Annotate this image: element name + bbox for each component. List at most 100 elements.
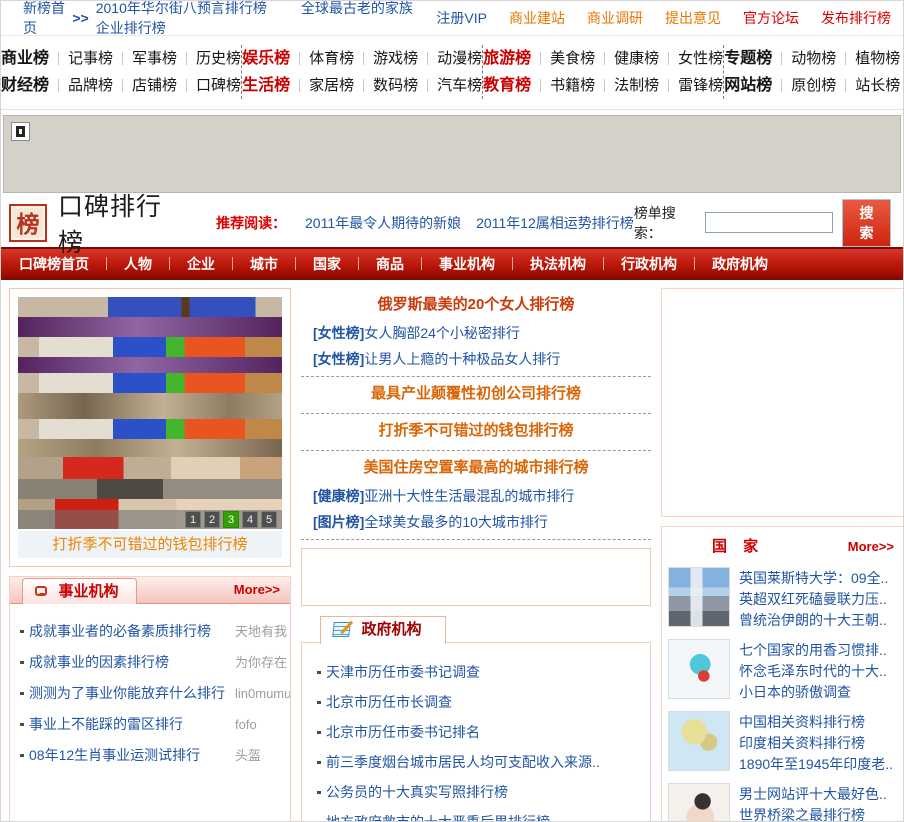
nav-category-link[interactable]: 教育榜 [483,77,531,94]
career-item-link[interactable]: 成就事业者的必备素质排行榜 [29,623,211,639]
search-input[interactable] [705,212,834,233]
nav-category-link[interactable]: 数码榜 [354,77,418,94]
topbar-link[interactable]: 2010年华尔街八预言排行榜 [96,1,267,16]
nav-category-link[interactable]: 创业榜 [900,77,903,94]
topbar-home-link[interactable]: 新榜首页 [23,1,65,38]
nav-category-link[interactable]: 游戏榜 [354,50,418,67]
carousel-page-button[interactable]: 1 [185,511,201,528]
gov-item-link[interactable]: 天津市历任市委书记调查 [326,664,480,680]
topbar-link[interactable]: 发布排行榜 [821,10,891,26]
featured-title-link[interactable]: 美国住房空置率最高的城市排行榜 [301,453,651,483]
country-item-link[interactable]: 印度相关资料排行榜 [739,733,900,754]
nav-category-link[interactable]: 商业榜 [1,50,49,67]
nav-category-link[interactable]: 品牌榜 [49,77,113,94]
nav-category-link[interactable]: 历史榜 [177,50,241,67]
main-nav-item[interactable]: 口碑榜首页 [19,254,89,274]
gov-item-link[interactable]: 北京市历任市长调查 [326,694,452,710]
country-item-link[interactable]: 七个国家的用香习惯排.. [739,640,900,661]
main-nav-item[interactable]: 政府机构 [712,254,768,274]
featured-item-link[interactable]: [图片榜]全球美女最多的10大城市排行 [313,514,548,530]
nav-category-link[interactable]: 法制榜 [595,77,659,94]
country-item-link[interactable]: 英超双红死磕曼联力压.. [739,589,900,610]
carousel-page-button[interactable]: 3 [223,511,239,528]
country-item-link[interactable]: 小日本的骄傲调查 [739,682,900,703]
nav-category-link[interactable]: 站长榜 [836,77,900,94]
nav-category-link[interactable]: 旅游榜 [483,50,531,67]
thumbnail-building[interactable] [668,567,730,627]
nav-category-link[interactable]: 美食榜 [531,50,595,67]
main-nav-item[interactable]: 商品 [376,254,404,274]
nav-category-link[interactable]: 娱乐榜 [242,50,290,67]
featured-title-link[interactable]: 最具产业颠覆性初创公司排行榜 [301,379,651,409]
country-item-link[interactable]: 英国莱斯特大学：09全.. [739,568,900,589]
featured-item-link[interactable]: [女性榜]让男人上瘾的十种极品女人排行 [313,351,560,367]
career-item-link[interactable]: 事业上不能踩的雷区排行 [29,716,183,732]
nav-category-link[interactable]: 书籍榜 [531,77,595,94]
recommend-link[interactable]: 2011年12属相运势排行榜 [476,215,634,231]
career-item-link[interactable]: 成就事业的因素排行榜 [29,654,169,670]
nav-category-link[interactable]: 财经榜 [1,77,49,94]
carousel-page-button[interactable]: 2 [204,511,220,528]
thumbnail-perfume[interactable] [668,639,730,699]
search-button[interactable]: 搜索 [842,198,891,247]
main-nav-item[interactable]: 行政机构 [621,254,677,274]
nav-category-link[interactable]: 原创榜 [772,77,836,94]
topbar-link[interactable]: 提出意见 [665,10,721,26]
tab-government[interactable]: 政府机构 [320,616,447,644]
featured-title-link[interactable]: 打折季不可错过的钱包排行榜 [301,416,651,446]
country-item-link[interactable]: 1890年至1945年印度老.. [739,754,900,775]
nav-category-link[interactable]: 记事榜 [49,50,113,67]
topbar-link[interactable]: 商业建站 [509,10,565,26]
gov-item-link[interactable]: 前三季度烟台城市居民人均可支配收入来源.. [326,754,600,770]
topbar-link[interactable]: 注册VIP [436,10,487,26]
featured-title-link[interactable]: 俄罗斯最美的20个女人排行榜 [301,290,651,320]
nav-category-link[interactable]: 专题榜 [724,50,772,67]
main-nav-item[interactable]: 事业机构 [439,254,495,274]
career-item-link[interactable]: 08年12生肖事业运测试排行 [29,747,200,763]
country-item-link[interactable]: 男士网站评十大最好色.. [739,784,900,805]
nav-category-link[interactable]: 植物榜 [836,50,900,67]
thumbnail-woman[interactable] [668,783,730,821]
nav-category-link[interactable]: 军事榜 [113,50,177,67]
country-item-link[interactable]: 曾统治伊朗的十大王朝.. [739,610,900,631]
main-nav-item[interactable]: 国家 [313,254,341,274]
career-more-link[interactable]: More>> [234,582,280,597]
gov-item-link[interactable]: 公务员的十大真实写照排行榜 [326,784,508,800]
nav-category-link[interactable]: 奥运榜 [900,50,903,67]
country-item-link[interactable]: 世界桥梁之最排行榜 [739,805,900,821]
recommend-link[interactable]: 2011年最令人期待的新娘 [305,215,461,231]
nav-category-link[interactable]: 健康榜 [595,50,659,67]
carousel-image[interactable]: 12345 [18,297,282,529]
main-nav-item[interactable]: 执法机构 [530,254,586,274]
country-item-link[interactable]: 怀念毛泽东时代的十大.. [739,661,900,682]
nav-category-link[interactable]: 体育榜 [290,50,354,67]
topbar-link[interactable]: 商业调研 [587,10,643,26]
main-nav-item[interactable]: 人物 [124,254,152,274]
country-more-link[interactable]: More>> [848,534,894,559]
carousel-page-button[interactable]: 4 [242,511,258,528]
main-nav-item[interactable]: 企业 [187,254,215,274]
carousel-caption[interactable]: 打折季不可错过的钱包排行榜 [18,531,282,558]
nav-category-link[interactable]: 家居榜 [290,77,354,94]
tab-career[interactable]: 事业机构 [22,578,138,604]
topbar-link[interactable]: 官方论坛 [743,10,799,26]
nav-category-link[interactable]: 雷锋榜 [659,77,723,94]
carousel-page-button[interactable]: 5 [261,511,277,528]
nav-category-link[interactable]: 店铺榜 [113,77,177,94]
featured-item-link[interactable]: [女性榜]女人胸部24个小秘密排行 [313,325,520,341]
nav-category-link[interactable]: 网站榜 [724,77,772,94]
main-nav-item[interactable]: 城市 [250,254,278,274]
gov-item-link[interactable]: 地方政府救市的十大严重后果排行榜 [326,814,550,821]
nav-category-link[interactable]: 女性榜 [659,50,723,67]
nav-category-link[interactable]: 汽车榜 [418,77,482,94]
site-logo-stamp[interactable]: 榜 [9,203,47,242]
nav-category-link[interactable]: 动漫榜 [418,50,482,67]
nav-category-link[interactable]: 动物榜 [772,50,836,67]
gov-item-link[interactable]: 北京市历任市委书记排名 [326,724,480,740]
country-item-link[interactable]: 中国相关资料排行榜 [739,712,900,733]
career-item-link[interactable]: 测测为了事业你能放弃什么排行 [29,685,225,701]
nav-category-link[interactable]: 口碑榜 [177,77,241,94]
nav-category-link[interactable]: 生活榜 [242,77,290,94]
featured-item-link[interactable]: [健康榜]亚洲十大性生活最混乱的城市排行 [313,488,574,504]
thumbnail-map[interactable] [668,711,730,771]
